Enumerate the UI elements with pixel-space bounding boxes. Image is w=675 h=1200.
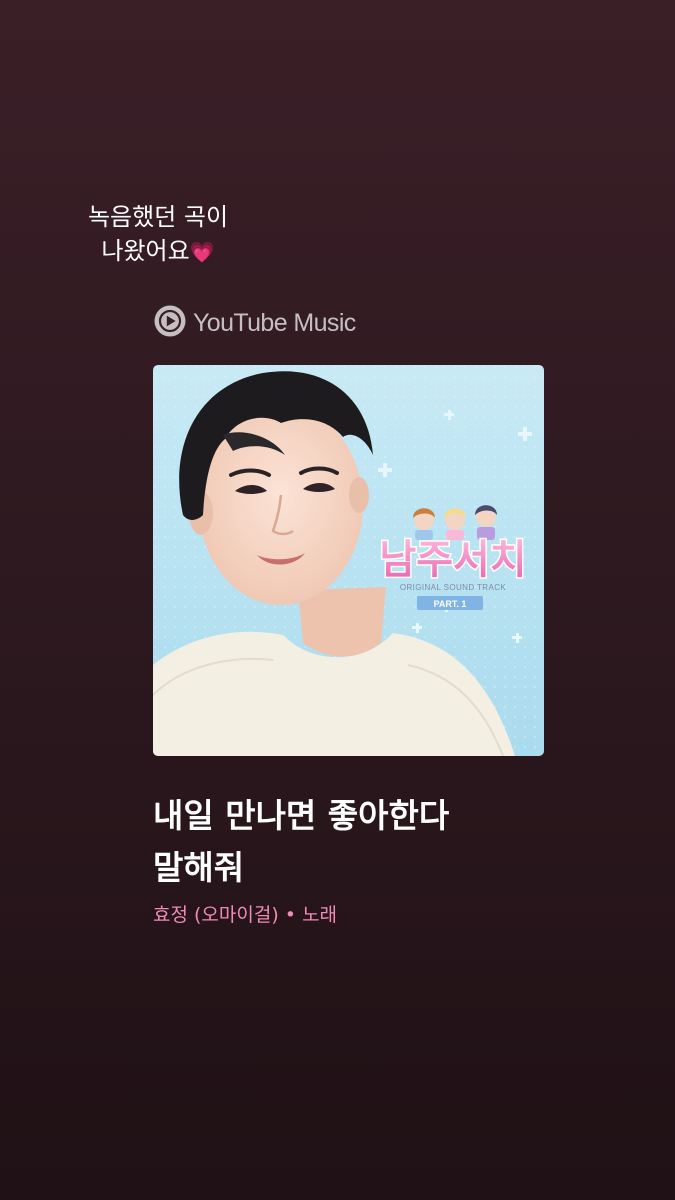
youtube-music-brand[interactable]: YouTube Music: [153, 305, 356, 341]
track-title: 내일 만나면 좋아한다 말해줘: [153, 790, 623, 894]
story-caption: 녹음했던 곡이 나왔어요💗: [58, 200, 258, 269]
youtube-music-label: YouTube Music: [193, 308, 356, 337]
caption-line-2-text: 나왔어요: [101, 237, 190, 265]
caption-line-1: 녹음했던 곡이: [87, 203, 229, 231]
artist-name[interactable]: 효정 (오마이걸): [153, 904, 279, 926]
ost-part-label: PART. 1: [434, 599, 467, 609]
track-meta: 효정 (오마이걸) • 노래: [153, 900, 337, 927]
track-title-line-2: 말해줘: [153, 848, 245, 887]
album-art[interactable]: 남주서치 ORIGINAL SOUND TRACK PART. 1: [153, 365, 544, 756]
ost-title: 남주서치: [379, 537, 526, 583]
ost-subtitle: ORIGINAL SOUND TRACK: [400, 583, 507, 592]
caption-line-2: 나왔어요💗: [58, 234, 258, 269]
track-type: 노래: [302, 904, 338, 926]
meta-separator: •: [284, 904, 297, 926]
heart-emoji: 💗: [189, 240, 215, 264]
youtube-music-icon: [153, 304, 187, 342]
track-title-line-1: 내일 만나면 좋아한다: [153, 796, 450, 835]
